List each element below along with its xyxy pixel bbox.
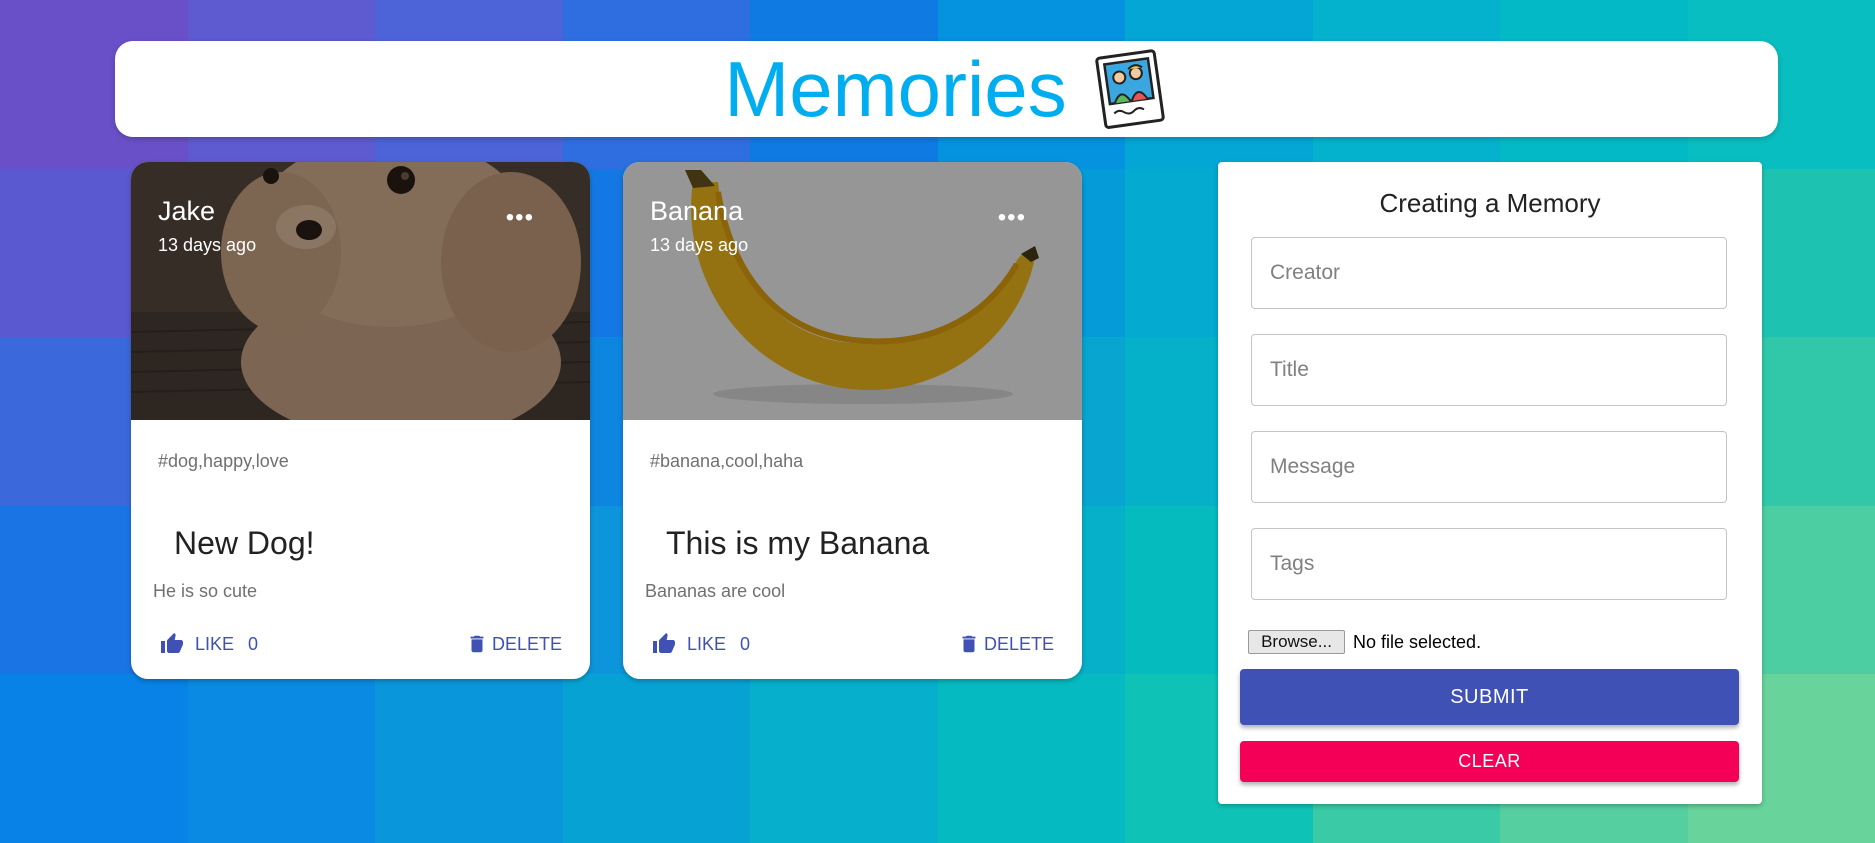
- post-title: New Dog!: [174, 525, 315, 561]
- post-time: 13 days ago: [158, 235, 257, 255]
- like-count: 0: [248, 633, 259, 654]
- more-horizontal-icon[interactable]: •••: [506, 204, 534, 232]
- post-card: Banana 13 days ago ••• #banana,cool,haha…: [623, 162, 1082, 679]
- like-label: LIKE: [195, 633, 235, 654]
- tags-field[interactable]: [1251, 528, 1727, 600]
- file-input: Browse... No file selected.: [1248, 630, 1481, 654]
- thumb-up-icon: [653, 633, 675, 653]
- delete-label: DELETE: [491, 633, 562, 654]
- form-title: Creating a Memory: [1379, 188, 1601, 218]
- post-tags: #banana,cool,haha: [650, 451, 804, 471]
- post-title: This is my Banana: [666, 525, 930, 561]
- like-button[interactable]: LIKE 0: [159, 632, 258, 656]
- clear-button[interactable]: CLEAR: [1240, 741, 1739, 782]
- more-horizontal-icon[interactable]: •••: [998, 204, 1026, 232]
- delete-button[interactable]: DELETE: [466, 632, 562, 656]
- app-header: Memories: [115, 41, 1778, 137]
- browse-button[interactable]: Browse...: [1248, 630, 1345, 654]
- photo-memories-icon: [1095, 49, 1165, 129]
- creator-field[interactable]: [1251, 237, 1727, 309]
- post-actions: LIKE 0 DELETE: [623, 632, 1082, 668]
- title-field[interactable]: [1251, 334, 1727, 406]
- like-label: LIKE: [687, 633, 727, 654]
- like-button[interactable]: LIKE 0: [651, 632, 750, 656]
- thumb-up-icon: [161, 633, 183, 653]
- post-card: Jake 13 days ago ••• #dog,happy,love New…: [131, 162, 590, 679]
- trash-icon: [962, 635, 976, 653]
- post-time: 13 days ago: [650, 235, 749, 255]
- delete-button[interactable]: DELETE: [958, 632, 1054, 656]
- delete-label: DELETE: [983, 633, 1054, 654]
- memory-form: Creating a Memory Browse... No file sele…: [1218, 162, 1762, 804]
- post-message: Bananas are cool: [645, 581, 786, 601]
- post-image: Banana 13 days ago •••: [623, 162, 1082, 420]
- app-title: Memories: [724, 45, 1067, 133]
- file-status: No file selected.: [1353, 631, 1482, 652]
- like-count: 0: [740, 633, 751, 654]
- post-image: Jake 13 days ago •••: [131, 162, 590, 420]
- post-message: He is so cute: [153, 581, 258, 601]
- post-creator: Jake: [158, 196, 216, 226]
- post-actions: LIKE 0 DELETE: [131, 632, 590, 668]
- trash-icon: [470, 635, 484, 653]
- post-tags: #dog,happy,love: [158, 451, 289, 471]
- submit-button[interactable]: SUBMIT: [1240, 669, 1739, 725]
- message-field[interactable]: [1251, 431, 1727, 503]
- post-creator: Banana: [650, 196, 744, 226]
